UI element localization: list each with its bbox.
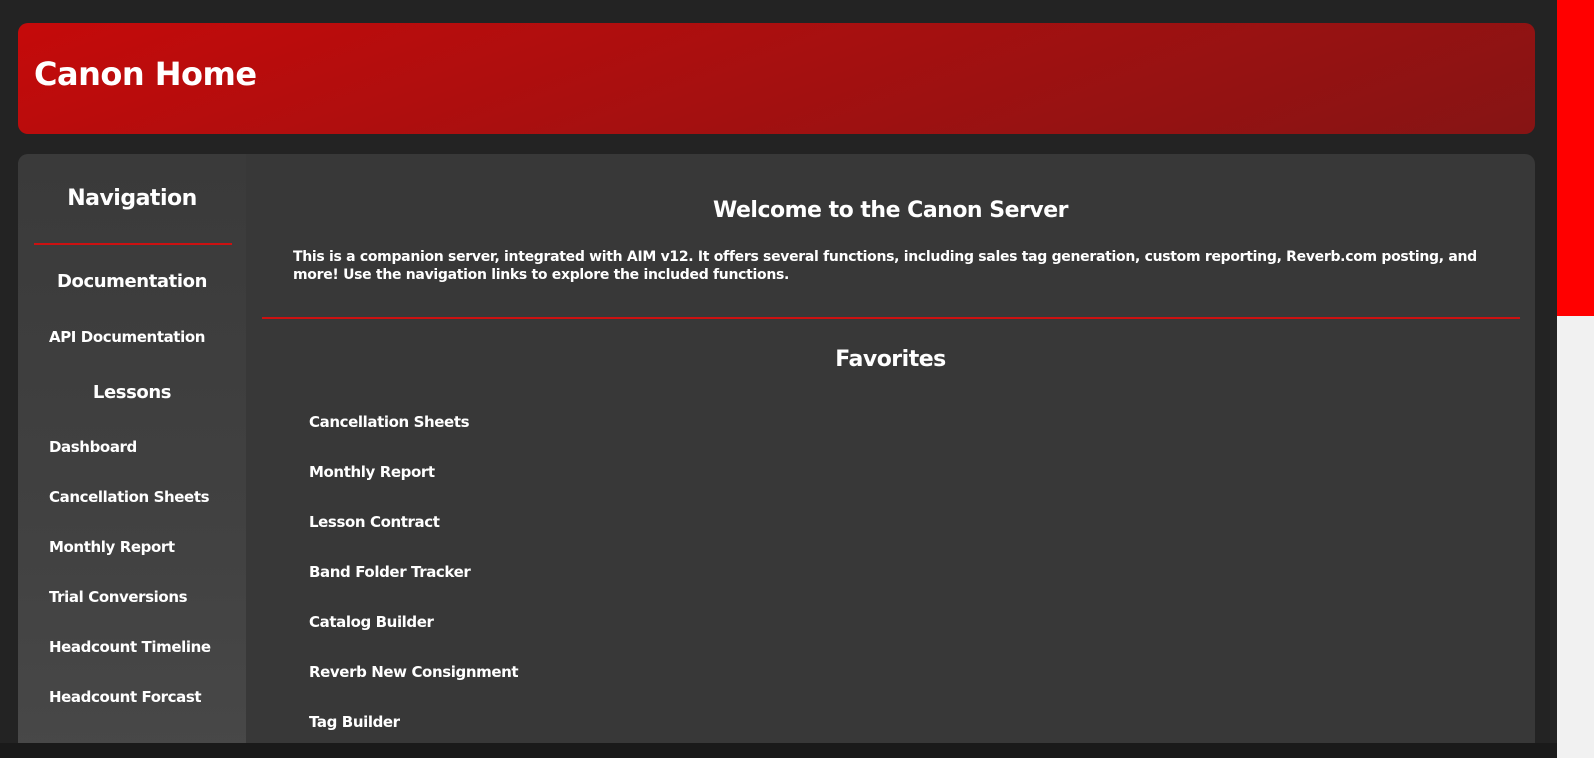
welcome-title: Welcome to the Canon Server [713,198,1068,223]
sidebar-section-lessons: Lessons [92,382,172,403]
sidebar-item-api-documentation[interactable]: API Documentation [49,328,205,346]
window-bottom-edge [0,743,1557,758]
content-area: Navigation Documentation API Documentati… [18,154,1535,758]
favorite-link-tag-builder[interactable]: Tag Builder [309,713,400,731]
welcome-text: This is a companion server, integrated w… [293,249,1477,283]
site-header: Canon Home [18,23,1535,134]
favorite-link-reverb-new-consignment[interactable]: Reverb New Consignment [309,663,519,681]
sidebar-item-dashboard[interactable]: Dashboard [49,438,137,456]
sidebar-title: Navigation [67,186,197,211]
main-panel: Welcome to the Canon Server This is a co… [246,154,1535,758]
main-divider [262,317,1520,319]
sidebar-item-monthly-report[interactable]: Monthly Report [49,538,175,556]
sidebar-section-documentation: Documentation [56,271,208,292]
site-title[interactable]: Canon Home [34,55,257,93]
favorite-link-monthly-report[interactable]: Monthly Report [309,463,435,481]
sidebar-item-trial-conversions[interactable]: Trial Conversions [49,588,188,606]
favorite-link-band-folder-tracker[interactable]: Band Folder Tracker [309,563,471,581]
sidebar-divider [34,243,232,245]
sidebar-item-headcount-forcast[interactable]: Headcount Forcast [49,688,202,706]
favorite-link-cancellation-sheets[interactable]: Cancellation Sheets [309,413,470,431]
vertical-scrollbar[interactable] [1557,0,1594,758]
sidebar-item-headcount-timeline[interactable]: Headcount Timeline [49,638,211,656]
scrollbar-thumb[interactable] [1557,0,1594,316]
favorite-link-lesson-contract[interactable]: Lesson Contract [309,513,440,531]
sidebar-item-cancellation-sheets[interactable]: Cancellation Sheets [49,488,210,506]
sidebar-nav: Navigation Documentation API Documentati… [18,154,246,758]
favorites-title: Favorites [835,347,946,372]
favorite-link-catalog-builder[interactable]: Catalog Builder [309,613,434,631]
